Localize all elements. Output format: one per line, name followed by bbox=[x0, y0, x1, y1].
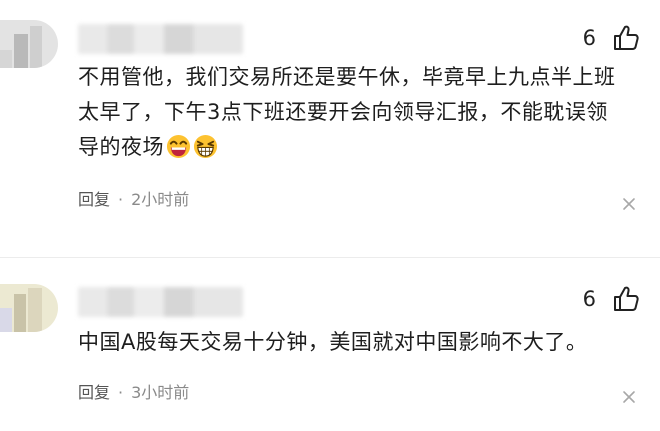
like-count: 6 bbox=[582, 287, 596, 311]
comment-text: 中国A股每天交易十分钟，美国就对中国影响不大了。 bbox=[78, 325, 638, 360]
comment-meta: 回复 · 3小时前 bbox=[78, 382, 189, 404]
comment-item: 6 中国A股每天交易十分钟，美国就对中国影响不大了。 回复 · 3小时前 bbox=[0, 0, 660, 431]
reply-button[interactable]: 回复 bbox=[78, 383, 110, 402]
avatar[interactable] bbox=[0, 284, 58, 332]
username-blurred[interactable] bbox=[78, 287, 243, 317]
close-icon[interactable] bbox=[622, 390, 636, 404]
thumbs-up-icon[interactable] bbox=[612, 285, 640, 313]
comment-time: 3小时前 bbox=[131, 383, 190, 402]
meta-separator: · bbox=[118, 383, 124, 402]
comment-line: 中国A股每天交易十分钟，美国就对中国影响不大了。 bbox=[78, 330, 588, 354]
